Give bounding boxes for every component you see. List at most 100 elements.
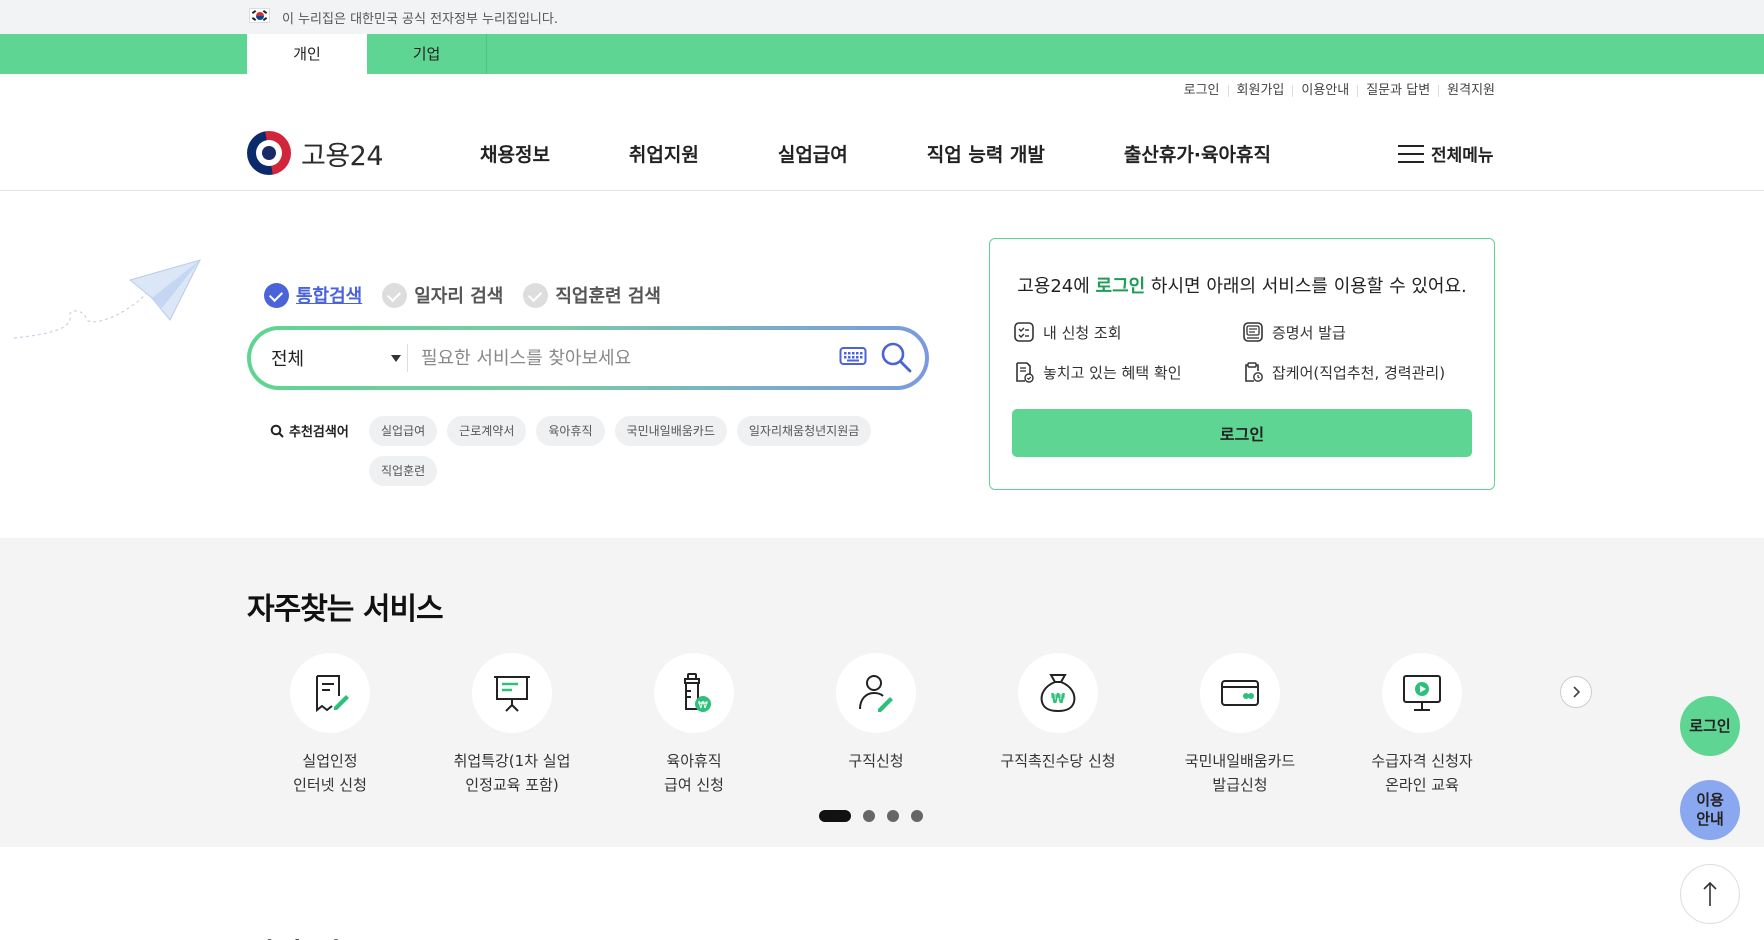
next-section-title: 기업 패쿠 — [247, 930, 368, 940]
recommended-title-text: 추천검색어 — [289, 425, 349, 440]
card-icon — [1221, 680, 1259, 706]
svg-text:₩: ₩ — [698, 700, 708, 711]
service-certificate[interactable]: 증명서 발급 — [1242, 321, 1346, 343]
qna-link[interactable]: 질문과 답변 — [1357, 84, 1438, 97]
tab-personal[interactable]: 개인 — [247, 34, 367, 74]
search-category-select[interactable]: 전체 — [271, 330, 401, 386]
service-item-label: 수급자격 신청자 온라인 교육 — [1371, 752, 1473, 794]
arrow-up-icon — [1703, 881, 1717, 906]
keyword-chip[interactable]: 국민내일배움카드 — [614, 416, 727, 446]
hamburger-icon — [1398, 144, 1424, 164]
search-input[interactable] — [421, 340, 781, 376]
remote-support-link[interactable]: 원격지원 — [1438, 84, 1495, 97]
all-menu-button[interactable]: 전체메뉴 — [1398, 141, 1494, 166]
service-label: 내 신청 조회 — [1043, 323, 1122, 342]
keyword-chip[interactable]: 직업훈련 — [369, 456, 438, 486]
service-label: 잡케어(직업추천, 경력관리) — [1272, 363, 1446, 382]
service-item-label: 국민내일배움카드 발급신청 — [1184, 752, 1296, 794]
presentation-board-icon — [494, 676, 530, 712]
service-item-job-lecture[interactable]: 취업특강(1차 실업 인정교육 포함) — [427, 653, 597, 797]
signup-link[interactable]: 회원가입 — [1227, 84, 1293, 97]
pagination-dot-2[interactable] — [863, 810, 875, 822]
login-card-message: 고용24에 로그인 하시면 아래의 서비스를 이용할 수 있어요. — [1017, 276, 1467, 297]
member-type-tabs: 개인 기업 — [0, 34, 1764, 74]
magnifier-icon — [270, 424, 284, 438]
logo-text: 고용24 — [301, 140, 384, 172]
login-button[interactable]: 로그인 — [1012, 409, 1472, 457]
pagination-dot-4[interactable] — [911, 810, 923, 822]
page: 이 누리집은 대한민국 공식 전자정부 누리집입니다. 개인 기업 로그인 회원… — [0, 0, 1764, 940]
header: 고용24 채용정보 취업지원 실업급여 직업 능력 개발 출산휴가·육아휴직 전… — [0, 110, 1764, 191]
check-icon — [264, 282, 289, 308]
pagination-dot-1[interactable] — [819, 810, 851, 822]
nav-item-vocational-training[interactable]: 직업 능력 개발 — [927, 140, 1045, 167]
virtual-keyboard-icon[interactable] — [839, 346, 867, 368]
service-item-learning-card[interactable]: 국민내일배움카드 발급신청 — [1155, 653, 1325, 797]
all-menu-label: 전체메뉴 — [1431, 146, 1494, 166]
service-item-online-education[interactable]: 수급자격 신청자 온라인 교육 — [1337, 653, 1507, 797]
service-item-job-application[interactable]: 구직신청 — [791, 653, 961, 773]
paper-plane-icon — [13, 259, 201, 339]
nav-item-employment-support[interactable]: 취업지원 — [629, 140, 699, 167]
nav-item-jobs[interactable]: 채용정보 — [480, 140, 550, 167]
utility-links: 로그인 회원가입 이용안내 질문과 답변 원격지원 — [1176, 84, 1495, 97]
recommended-title: 추천검색어 — [270, 421, 349, 440]
keyword-chip[interactable]: 일자리채움청년지원금 — [736, 416, 872, 446]
service-label: 증명서 발급 — [1272, 323, 1346, 342]
guide-link[interactable]: 이용안내 — [1292, 84, 1357, 97]
divider — [407, 344, 408, 372]
search-box: 전체 — [247, 326, 929, 390]
clipboard-clock-icon — [1245, 362, 1263, 382]
service-item-label: 구직촉진수당 신청 — [1000, 752, 1116, 770]
gov-banner: 이 누리집은 대한민국 공식 전자정부 누리집입니다. — [0, 0, 1764, 34]
service-my-applications[interactable]: 내 신청 조회 — [1013, 321, 1122, 343]
baby-bottle-icon: ₩ — [684, 673, 711, 712]
tab-training-search[interactable]: 직업훈련 검색 — [523, 282, 661, 308]
service-item-label: 취업특강(1차 실업 인정교육 포함) — [453, 752, 571, 794]
login-card: 고용24에 로그인 하시면 아래의 서비스를 이용할 수 있어요. 내 신청 조… — [989, 238, 1495, 490]
carousel-next-button[interactable] — [1560, 676, 1592, 708]
service-item-parental-leave-benefit[interactable]: ₩ 육아휴직 급여 신청 — [609, 653, 779, 797]
login-link[interactable]: 로그인 — [1176, 84, 1228, 97]
service-item-label: 구직신청 — [848, 752, 904, 770]
tab-label: 일자리 검색 — [414, 286, 504, 307]
checklist-icon — [1014, 322, 1034, 342]
service-missed-benefits[interactable]: 놓치고 있는 혜택 확인 — [1013, 361, 1182, 383]
monitor-play-icon — [1403, 675, 1441, 711]
nav-item-parental-leave[interactable]: 출산휴가·육아휴직 — [1124, 140, 1271, 167]
search-icon[interactable] — [879, 340, 913, 374]
tab-job-search[interactable]: 일자리 검색 — [382, 282, 503, 308]
keyword-chip[interactable]: 실업급여 — [369, 416, 438, 446]
korea-flag-icon — [249, 8, 270, 23]
keyword-chip[interactable]: 육아휴직 — [536, 416, 605, 446]
money-bag-icon: ₩ — [1040, 674, 1076, 713]
check-icon — [523, 282, 549, 308]
floating-login-button[interactable]: 로그인 — [1680, 696, 1740, 756]
scroll-top-button[interactable] — [1680, 864, 1740, 924]
pagination-dot-3[interactable] — [887, 810, 899, 822]
keyword-chip[interactable]: 근로계약서 — [447, 416, 527, 446]
service-item-job-promotion-allowance[interactable]: ₩ 구직촉진수당 신청 — [973, 653, 1143, 773]
taegeuk-logo-icon — [247, 131, 291, 175]
svg-text:₩: ₩ — [1051, 692, 1066, 707]
certificate-icon — [1243, 322, 1263, 342]
logo[interactable]: 고용24 — [247, 131, 384, 175]
tab-company[interactable]: 기업 — [367, 34, 487, 74]
carousel-pagination — [819, 810, 935, 822]
person-pen-icon — [859, 675, 893, 712]
frequent-services-section: 자주찾는 서비스 실업인정 인터넷 신청 취업특강(1차 실업 인정교육 포함)… — [0, 538, 1764, 847]
service-item-unemployment-recognition[interactable]: 실업인정 인터넷 신청 — [245, 653, 415, 797]
check-icon — [382, 282, 408, 308]
keyword-chips: 실업급여 근로계약서 육아휴직 국민내일배움카드 일자리채움청년지원금 직업훈련 — [369, 416, 909, 496]
floating-guide-button[interactable]: 이용 안내 — [1680, 780, 1740, 840]
tab-integrated-search[interactable]: 통합검색 — [264, 282, 362, 308]
search-type-tabs: 통합검색 일자리 검색 직업훈련 검색 — [264, 282, 681, 308]
select-value: 전체 — [271, 349, 305, 370]
tab-label: 통합검색 — [296, 286, 363, 307]
chevron-right-icon — [1573, 686, 1581, 698]
service-item-label: 육아휴직 급여 신청 — [664, 752, 724, 794]
nav-item-unemployment-benefit[interactable]: 실업급여 — [778, 140, 848, 167]
caret-down-icon — [391, 355, 401, 362]
service-jobcare[interactable]: 잡케어(직업추천, 경력관리) — [1242, 361, 1445, 383]
service-label: 놓치고 있는 혜택 확인 — [1043, 363, 1182, 382]
